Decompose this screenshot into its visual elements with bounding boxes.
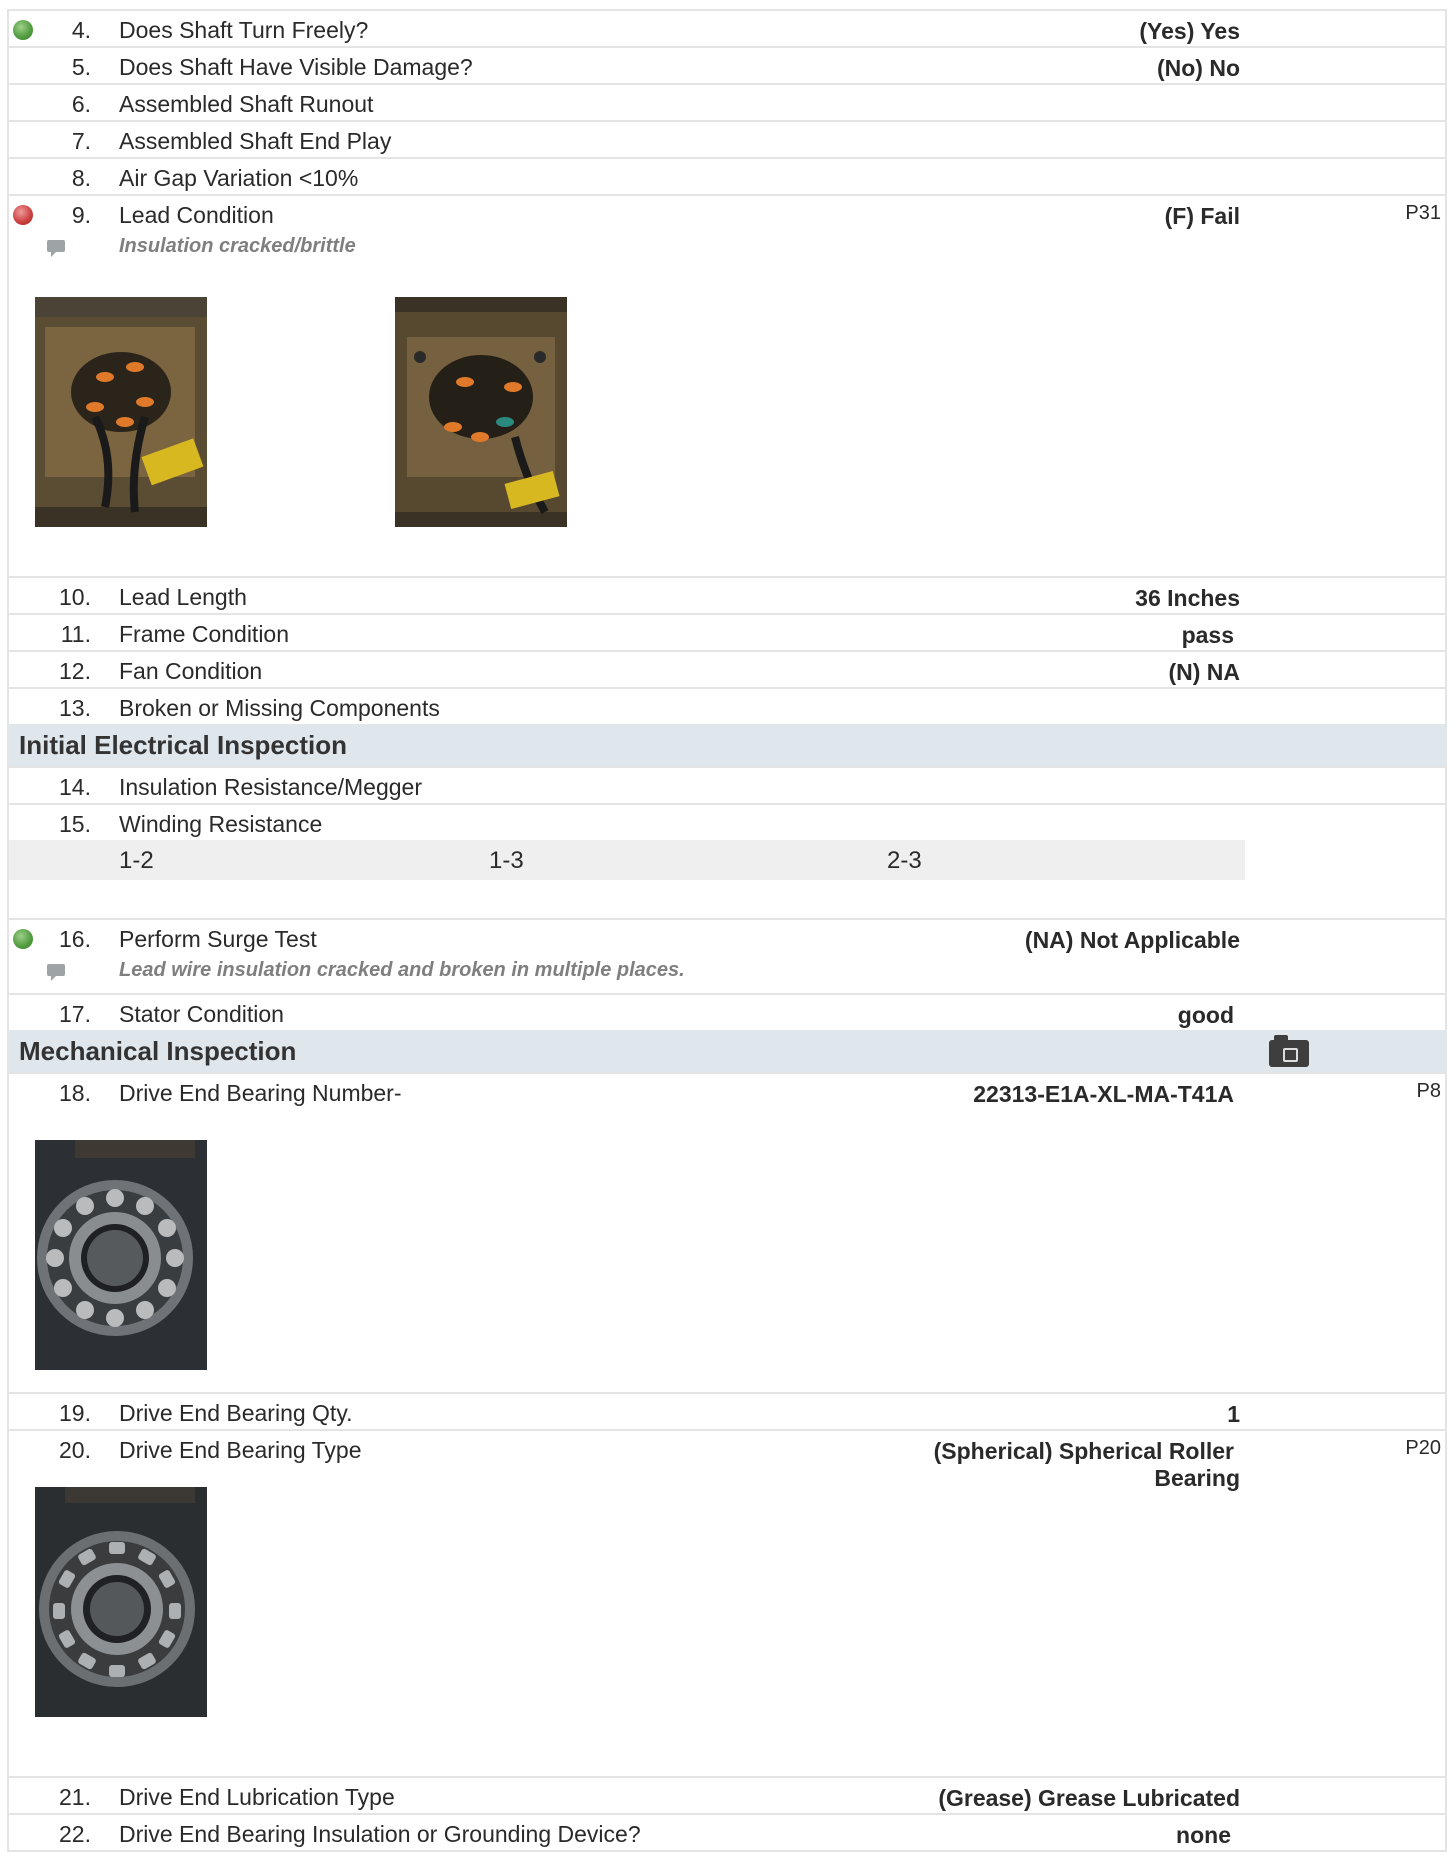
winding-col-2-3: 2-3 <box>887 847 922 874</box>
bearing-photo-2[interactable] <box>35 1487 207 1717</box>
item-question: Drive End Bearing Qty. <box>119 1400 353 1426</box>
item-answer: (Yes) Yes <box>1139 18 1240 44</box>
item-answer: 1 <box>1227 1401 1240 1427</box>
comment-icon <box>47 240 65 257</box>
item-number: 21. <box>59 1784 91 1810</box>
comment-icon <box>47 964 65 981</box>
item-row-5: 5. Does Shaft Have Visible Damage? (No) … <box>7 46 1447 83</box>
item-answer: 22313-E1A-XL-MA-T41A <box>973 1081 1234 1107</box>
winding-col-1-2: 1-2 <box>119 847 154 874</box>
item-answer: (N) NA <box>1168 659 1240 685</box>
green-status-dot-icon <box>13 929 33 949</box>
item-number: 4. <box>71 17 91 43</box>
item-row-10: 10. Lead Length 36 Inches <box>7 576 1447 613</box>
item-question: Drive End Bearing Insulation or Groundin… <box>119 1821 641 1847</box>
item-number: 9. <box>71 202 91 228</box>
item-answer: 36 Inches <box>1135 585 1240 611</box>
item-question: Winding Resistance <box>119 811 323 837</box>
item-note: Lead wire insulation cracked and broken … <box>119 959 685 981</box>
item-answer: (NA) Not Applicable <box>1024 927 1240 953</box>
item-question: Drive End Lubrication Type <box>119 1784 395 1810</box>
item-row-15: 15. Winding Resistance 1-2 1-3 2-3 <box>7 803 1447 918</box>
green-status-dot-icon <box>13 20 33 40</box>
item-answer: (F) Fail <box>1164 203 1240 229</box>
lead-photo-1[interactable] <box>35 297 207 527</box>
item-number: 6. <box>71 91 91 117</box>
item-number: 12. <box>59 658 91 684</box>
item-note: Insulation cracked/brittle <box>119 235 356 257</box>
item-number: 20. <box>59 1437 91 1463</box>
item-question: Stator Condition <box>119 1001 284 1027</box>
item-number: 19. <box>59 1400 91 1426</box>
item-row-21: 21. Drive End Lubrication Type (Grease) … <box>7 1776 1447 1813</box>
item-answer: (No) No <box>1156 55 1240 81</box>
item-number: 14. <box>59 774 91 800</box>
item-row-18: 18. Drive End Bearing Number- 22313-E1A-… <box>7 1072 1447 1392</box>
item-row-14: 14. Insulation Resistance/Megger <box>7 766 1447 803</box>
item-question: Air Gap Variation <10% <box>119 165 359 191</box>
camera-icon[interactable] <box>1269 1035 1309 1067</box>
item-question: Drive End Bearing Type <box>119 1437 362 1463</box>
item-question: Assembled Shaft Runout <box>119 91 374 117</box>
item-answer: none <box>1176 1822 1231 1848</box>
item-number: 17. <box>59 1001 91 1027</box>
item-question: Broken or Missing Components <box>119 695 440 721</box>
item-question: Fan Condition <box>119 658 263 684</box>
lead-photo-2[interactable] <box>395 297 567 527</box>
photo-reference[interactable]: P20 <box>1405 1437 1441 1460</box>
item-number: 8. <box>71 165 91 191</box>
item-number: 11. <box>60 621 91 647</box>
red-status-dot-icon <box>13 205 33 225</box>
item-answer: (Spherical) Spherical Roller <box>933 1438 1234 1464</box>
item-row-7: 7. Assembled Shaft End Play <box>7 120 1447 157</box>
section-title: Mechanical Inspection <box>19 1036 297 1066</box>
item-answer: (Grease) Grease Lubricated <box>938 1785 1240 1811</box>
item-question: Perform Surge Test <box>119 926 317 952</box>
item-question: Frame Condition <box>119 621 290 647</box>
inspection-report: 4. Does Shaft Turn Freely? (Yes) Yes 5. … <box>7 9 1447 1852</box>
item-number: 13. <box>59 695 91 721</box>
item-row-4: 4. Does Shaft Turn Freely? (Yes) Yes <box>7 9 1447 46</box>
item-row-12: 12. Fan Condition (N) NA <box>7 650 1447 687</box>
item-question: Does Shaft Have Visible Damage? <box>119 54 473 80</box>
item-question: Assembled Shaft End Play <box>119 128 392 154</box>
photo-reference[interactable]: P8 <box>1417 1080 1441 1103</box>
winding-resistance-header: 1-2 1-3 2-3 <box>9 840 1245 880</box>
item-question: Insulation Resistance/Megger <box>119 774 422 800</box>
item-number: 7. <box>71 128 91 154</box>
section-header-electrical: Initial Electrical Inspection <box>7 724 1447 766</box>
section-header-mechanical: Mechanical Inspection <box>7 1030 1447 1072</box>
item-row-9: 9. Lead Condition (F) Fail P31 Insulatio… <box>7 194 1447 576</box>
section-title: Initial Electrical Inspection <box>19 730 347 760</box>
item-row-6: 6. Assembled Shaft Runout <box>7 83 1447 120</box>
item-number: 15. <box>59 811 91 837</box>
photo-reference[interactable]: P31 <box>1405 202 1441 225</box>
item-number: 10. <box>59 584 91 610</box>
winding-col-1-3: 1-3 <box>489 847 524 874</box>
item-row-19: 19. Drive End Bearing Qty. 1 <box>7 1392 1447 1429</box>
item-number: 22. <box>59 1821 91 1847</box>
item-answer: good <box>1177 1002 1234 1028</box>
item-number: 5. <box>71 54 91 80</box>
bearing-photo-1[interactable] <box>35 1140 207 1370</box>
item-question: Lead Condition <box>119 202 274 228</box>
item-answer: pass <box>1181 622 1234 648</box>
item-question: Does Shaft Turn Freely? <box>119 17 369 43</box>
item-row-20: 20. Drive End Bearing Type (Spherical) S… <box>7 1429 1447 1776</box>
item-question: Drive End Bearing Number- <box>119 1080 402 1106</box>
item-row-22: 22. Drive End Bearing Insulation or Grou… <box>7 1813 1447 1852</box>
item-number: 18. <box>59 1080 91 1106</box>
item-row-8: 8. Air Gap Variation <10% <box>7 157 1447 194</box>
item-row-17: 17. Stator Condition good <box>7 993 1447 1030</box>
item-row-13: 13. Broken or Missing Components <box>7 687 1447 724</box>
item-row-11: 11. Frame Condition pass <box>7 613 1447 650</box>
item-row-16: 16. Perform Surge Test (NA) Not Applicab… <box>7 918 1447 993</box>
item-question: Lead Length <box>119 584 247 610</box>
item-number: 16. <box>59 926 91 952</box>
